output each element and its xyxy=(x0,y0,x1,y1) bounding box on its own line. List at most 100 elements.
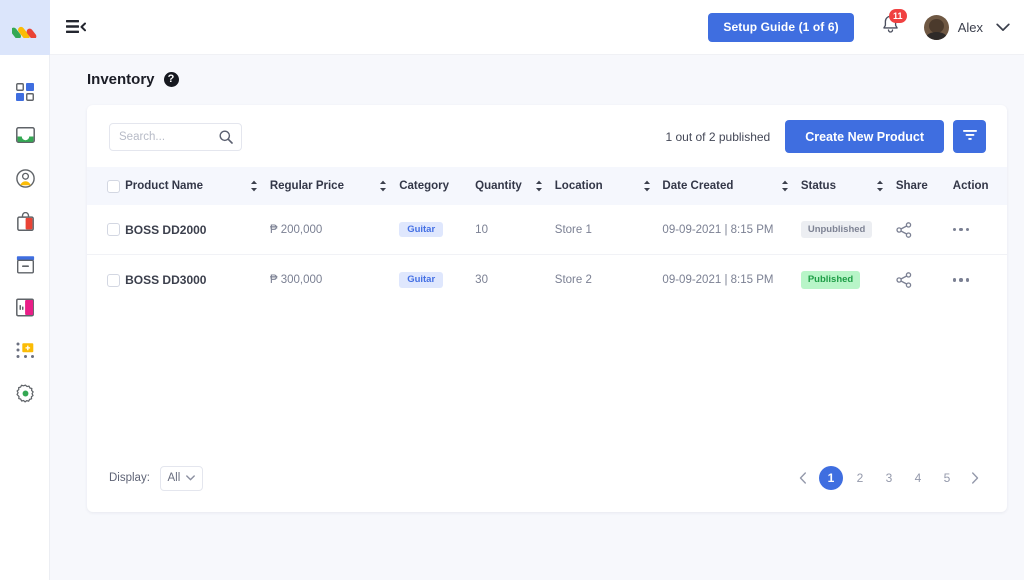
chevron-down-icon xyxy=(186,472,196,484)
page-button-4[interactable]: 4 xyxy=(906,466,930,490)
sidebar-item-dashboard[interactable] xyxy=(0,73,50,116)
cell-status: Published xyxy=(800,255,876,305)
display-count-select[interactable]: All xyxy=(159,465,203,491)
table-toolbar: 1 out of 2 published Create New Product xyxy=(87,105,1007,153)
account-circle-icon xyxy=(15,168,35,193)
row-select-cell xyxy=(87,205,125,255)
sort-regular-price[interactable] xyxy=(379,167,399,205)
gear-icon xyxy=(15,384,35,408)
sort-status[interactable] xyxy=(876,167,896,205)
column-label: Quantity xyxy=(475,180,522,192)
column-header-location[interactable]: Location xyxy=(555,167,643,205)
sidebar-item-apps[interactable] xyxy=(0,331,50,374)
cell-status: Unpublished xyxy=(800,205,876,255)
row-checkbox[interactable] xyxy=(107,223,120,236)
column-header-quantity[interactable]: Quantity xyxy=(475,167,535,205)
header-actions: Setup Guide (1 of 6) 11 Alex xyxy=(708,9,1024,42)
filter-button[interactable] xyxy=(953,120,986,153)
sort-product-name[interactable] xyxy=(250,167,270,205)
column-header-category[interactable]: Category xyxy=(399,167,475,205)
column-label: Category xyxy=(399,180,450,192)
page-button-1[interactable]: 1 xyxy=(819,466,843,490)
app-logo[interactable] xyxy=(0,0,50,55)
select-all-checkbox[interactable] xyxy=(107,179,120,193)
status-badge: Published xyxy=(800,271,861,289)
column-header-status[interactable]: Status xyxy=(801,167,876,205)
column-header-regular-price[interactable]: Regular Price xyxy=(270,167,379,205)
sort-location[interactable] xyxy=(643,167,663,205)
page-button-5[interactable]: 5 xyxy=(935,466,959,490)
category-badge: Guitar xyxy=(399,221,444,238)
cell-location: Store 1 xyxy=(554,223,592,236)
chevron-left-icon[interactable] xyxy=(792,466,814,490)
cell-regular-price: ₱ 200,000 xyxy=(269,223,323,236)
page-header: Inventory ? xyxy=(50,55,1024,88)
cell-date-created: 09-09-2021 | 8:15 PM xyxy=(662,223,774,236)
search-icon[interactable] xyxy=(219,130,233,149)
more-options-icon[interactable] xyxy=(952,278,970,282)
sort-date-created[interactable] xyxy=(781,167,801,205)
sidebar-item-catalog[interactable] xyxy=(0,288,50,331)
column-header-date-created[interactable]: Date Created xyxy=(662,167,781,205)
column-header-share: Share xyxy=(896,167,953,205)
create-new-product-button[interactable]: Create New Product xyxy=(785,120,944,153)
sidebar-item-inbox[interactable] xyxy=(0,116,50,159)
page-button-2[interactable]: 2 xyxy=(848,466,872,490)
search-box[interactable] xyxy=(109,122,242,151)
share-icon[interactable] xyxy=(896,221,912,238)
cell-product-name: BOSS DD3000 xyxy=(125,273,207,287)
dashboard-grid-icon xyxy=(16,83,34,106)
column-header-action: Action xyxy=(953,167,1007,205)
column-label: Share xyxy=(895,180,928,192)
column-label: Regular Price xyxy=(269,180,344,192)
cell-action xyxy=(952,255,1007,305)
cell-share xyxy=(896,255,953,305)
inbox-icon xyxy=(15,126,35,149)
chevron-down-icon[interactable] xyxy=(996,23,1010,32)
sidebar-item-settings[interactable] xyxy=(0,374,50,417)
inventory-card: 1 out of 2 published Create New Product xyxy=(87,105,1007,512)
toolbar-right-group: 1 out of 2 published Create New Product xyxy=(665,120,986,153)
page-button-3[interactable]: 3 xyxy=(877,466,901,490)
cell-product-name: BOSS DD2000 xyxy=(125,222,207,237)
status-badge: Unpublished xyxy=(800,220,873,239)
search-input[interactable] xyxy=(110,130,210,143)
row-checkbox[interactable] xyxy=(107,273,120,287)
column-label: Product Name xyxy=(125,180,204,192)
pagination: 1 2 3 4 5 xyxy=(792,466,986,490)
cell-share xyxy=(896,205,953,255)
table-row[interactable]: BOSS DD2000 ₱ 200,000 Guitar 10 Store 1 … xyxy=(87,205,1007,255)
published-status-label: 1 out of 2 published xyxy=(665,129,771,144)
sidebar-nav xyxy=(0,55,49,417)
column-header-product-name[interactable]: Product Name xyxy=(125,167,250,205)
table-row[interactable]: BOSS DD3000 ₱ 300,000 Guitar 30 Store 2 … xyxy=(87,255,1007,305)
cell-date-created: 09-09-2021 | 8:15 PM xyxy=(662,274,774,286)
avatar-face xyxy=(928,18,944,33)
help-icon[interactable]: ? xyxy=(163,72,179,87)
collapse-menu-icon[interactable] xyxy=(63,14,89,40)
shopping-bag-icon xyxy=(16,211,34,236)
filter-icon xyxy=(962,128,978,145)
cell-category: Guitar xyxy=(399,205,475,255)
inventory-box-icon xyxy=(16,255,35,279)
more-options-icon[interactable] xyxy=(952,227,970,232)
chevron-right-icon[interactable] xyxy=(964,466,986,490)
sidebar-item-account[interactable] xyxy=(0,159,50,202)
sidebar-item-inventory[interactable] xyxy=(0,245,50,288)
setup-guide-button[interactable]: Setup Guide (1 of 6) xyxy=(708,12,854,42)
notifications-button[interactable]: 11 xyxy=(880,9,907,39)
sort-quantity[interactable] xyxy=(535,167,555,205)
cell-action xyxy=(952,205,1007,255)
share-icon[interactable] xyxy=(896,272,912,288)
column-label: Date Created xyxy=(662,180,734,192)
notification-count-badge: 11 xyxy=(888,9,907,23)
user-avatar[interactable] xyxy=(923,14,949,40)
sidebar-item-shop[interactable] xyxy=(0,202,50,245)
